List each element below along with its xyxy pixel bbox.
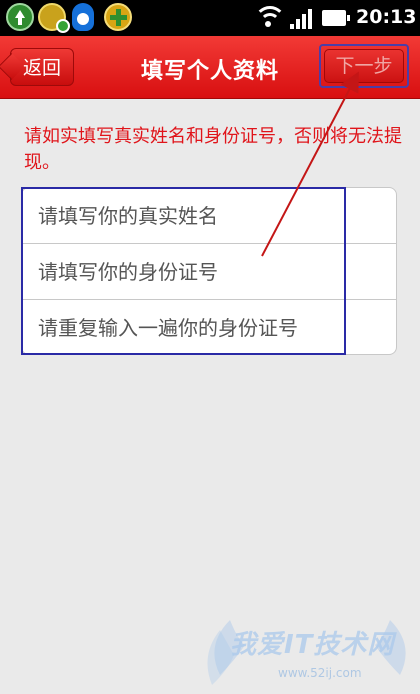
plus-icon — [104, 3, 132, 31]
signal-icon — [290, 9, 316, 29]
page-title: 填写个人资料 — [140, 59, 279, 84]
identity-form: 请填写你的真实姓名 请填写你的身份证号 请重复输入一遍你的身份证号 — [21, 187, 397, 355]
hint-text: 请如实填写真实姓名和身份证号，否则将无法提现。 — [24, 126, 402, 173]
status-time: 20:13 — [356, 6, 417, 28]
id-number-confirm-input[interactable]: 请重复输入一遍你的身份证号 — [22, 300, 396, 354]
status-bar: 20:13 — [0, 0, 420, 36]
wifi-icon — [254, 4, 286, 32]
next-step-label: 下一步 — [324, 49, 404, 83]
back-button[interactable]: 返回 — [10, 48, 74, 86]
title-bar: 返回 填写个人资料 下一步 — [0, 36, 420, 99]
watermark-text: 我爱IT技术网 — [230, 630, 395, 660]
qq-icon — [72, 3, 94, 31]
update-icon — [6, 3, 34, 31]
real-name-input[interactable]: 请填写你的真实姓名 — [22, 188, 396, 244]
next-step-button[interactable]: 下一步 — [319, 44, 409, 88]
id-number-input[interactable]: 请填写你的身份证号 — [22, 244, 396, 300]
security-shield-icon — [38, 3, 70, 33]
back-button-label: 返回 — [22, 57, 61, 79]
battery-icon — [322, 10, 350, 26]
watermark-url: www.52ij.com — [278, 666, 362, 680]
